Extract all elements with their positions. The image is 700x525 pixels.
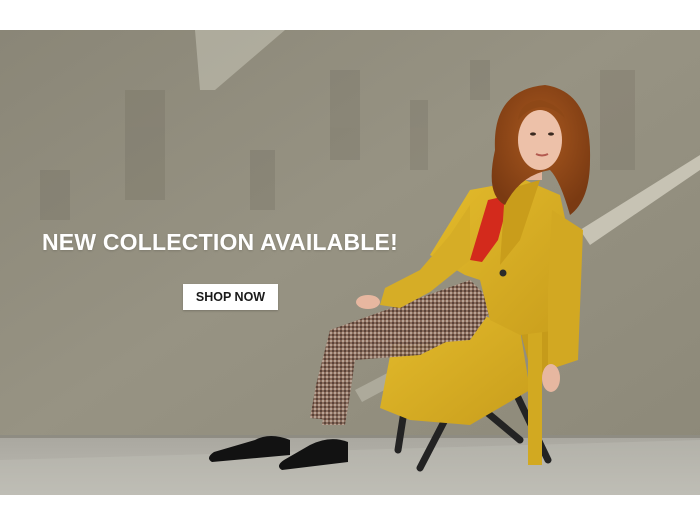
shop-now-button[interactable]: SHOP NOW [183,284,278,310]
hero-photo [0,30,700,495]
hero-banner[interactable]: NEW COLLECTION AVAILABLE! SHOP NOW [0,30,700,495]
page: NEW COLLECTION AVAILABLE! SHOP NOW [0,0,700,525]
hero-headline: NEW COLLECTION AVAILABLE! [42,229,398,255]
